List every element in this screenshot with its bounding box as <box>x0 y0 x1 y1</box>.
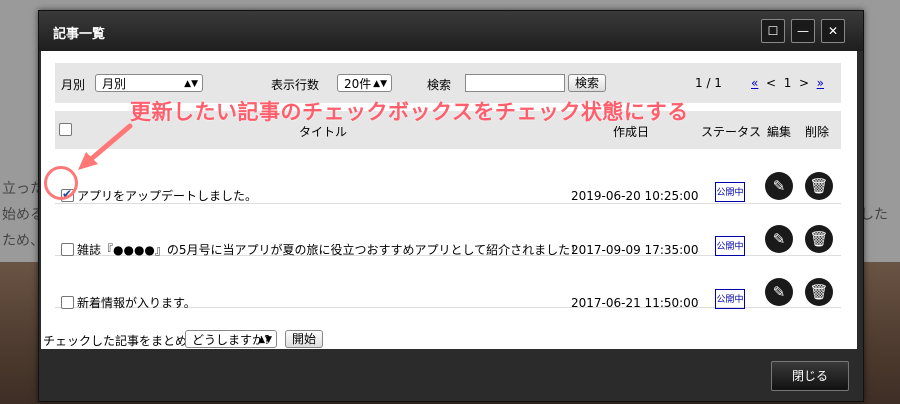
display-rows-label: 表示行数 <box>271 78 320 92</box>
month-label: 月別 <box>61 78 86 92</box>
trash-icon[interactable]: 🗑 <box>805 172 833 200</box>
table-row: アプリをアップデートしました。 2019-06-20 10:25:00 公開中 … <box>55 151 841 204</box>
search-input[interactable] <box>465 74 565 92</box>
status-badge: 公開中 <box>715 236 745 256</box>
pencil-icon[interactable]: ✎ <box>765 278 793 306</box>
bulk-action-label: チェックした記事をまとめて <box>43 334 200 348</box>
status-badge: 公開中 <box>715 182 745 202</box>
display-rows-value: 20件 <box>344 77 372 91</box>
trash-icon[interactable]: 🗑 <box>805 278 833 306</box>
row-created: 2017-06-21 11:50:00 <box>571 296 699 310</box>
search-button[interactable]: 検索 <box>568 74 606 92</box>
close-button[interactable]: 閉じる <box>771 361 849 391</box>
annotation-arrow-icon <box>78 123 133 170</box>
table-row: 雑誌『●●●●』の5月号に当アプリが夏の旅に役立つおすすめアプリとして紹介されま… <box>55 203 841 257</box>
close-icon: ✕ <box>827 24 839 38</box>
pencil-icon[interactable]: ✎ <box>765 225 793 253</box>
display-rows-select[interactable]: 20件 ▲▼ <box>337 74 392 92</box>
month-select-value: 月別 <box>102 77 127 91</box>
first-page-link[interactable]: « <box>751 76 758 90</box>
status-badge: 公開中 <box>715 289 745 309</box>
minimize-button[interactable]: — <box>791 19 815 43</box>
close-window-button[interactable]: ✕ <box>821 19 845 43</box>
search-label: 検索 <box>427 78 452 92</box>
table-row: 新着情報が入ります。 2017-06-21 11:50:00 公開中 ✎ 🗑 <box>55 255 841 310</box>
pencil-icon[interactable]: ✎ <box>765 172 793 200</box>
article-list-modal: 記事一覧 ☐ — ✕ 月別 月別 ▲▼ 表示行数 20件 ▲▼ 検索 検索 1 … <box>38 10 864 402</box>
column-status-header: ステータス <box>701 125 762 139</box>
next-page-link[interactable]: > <box>799 76 809 90</box>
minimize-icon: — <box>797 24 809 38</box>
modal-header: 記事一覧 ☐ — ✕ <box>39 11 863 51</box>
column-edit-header: 編集 <box>767 125 792 139</box>
trash-icon[interactable]: 🗑 <box>805 225 833 253</box>
page-info: 1 / 1 <box>695 76 722 90</box>
row-checkbox[interactable] <box>61 296 74 309</box>
current-page: 1 <box>783 76 792 90</box>
maximize-icon: ☐ <box>767 24 779 38</box>
prev-page-link[interactable]: < <box>766 76 776 90</box>
last-page-link[interactable]: » <box>817 76 824 90</box>
maximize-button[interactable]: ☐ <box>761 19 785 43</box>
pagination: « < 1 > » <box>751 76 824 90</box>
bulk-start-button[interactable]: 開始 <box>285 330 323 348</box>
bulk-action-select[interactable]: どうしますか? ▲▼ <box>185 330 277 348</box>
row-created: 2019-06-20 10:25:00 <box>571 189 699 203</box>
select-arrows-icon: ▲▼ <box>184 79 198 89</box>
modal-title: 記事一覧 <box>53 27 106 42</box>
select-arrows-icon: ▲▼ <box>373 79 387 89</box>
month-select[interactable]: 月別 ▲▼ <box>95 74 203 92</box>
annotation-text: 更新したい記事のチェックボックスをチェック状態にする <box>130 100 689 124</box>
select-arrows-icon: ▲▼ <box>258 335 272 345</box>
row-title: アプリをアップデートしました。 <box>77 189 258 203</box>
column-delete-header: 削除 <box>805 125 830 139</box>
row-title: 新着情報が入ります。 <box>77 296 196 310</box>
